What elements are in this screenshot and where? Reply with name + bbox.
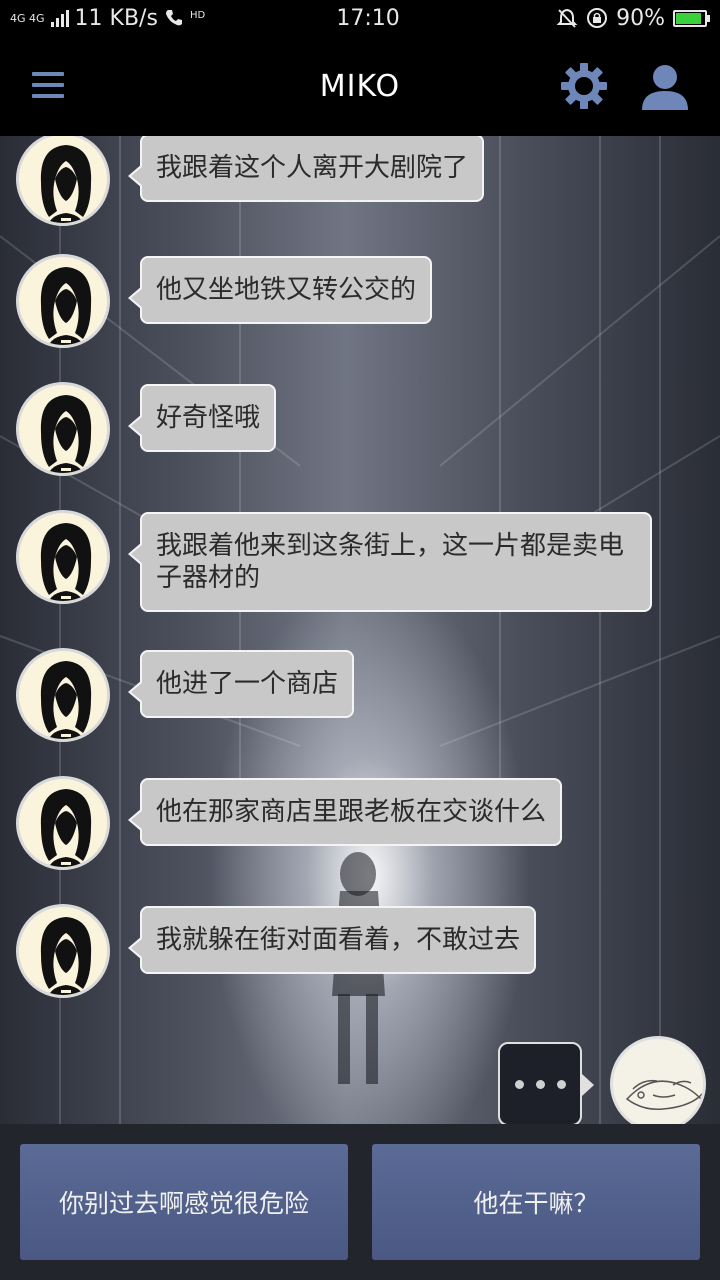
message-row: 他进了一个商店 (16, 648, 355, 742)
character-avatar[interactable] (16, 648, 110, 742)
message-bubble: 他进了一个商店 (127, 650, 355, 718)
clock: 17:10 (336, 5, 400, 31)
signal-icon (50, 9, 69, 27)
choice-bar: 你别过去啊感觉很危险 他在干嘛？ (0, 1124, 720, 1280)
page-title: MIKO (319, 68, 401, 104)
message-row: 我就躲在街对面看着，不敢过去 (16, 904, 537, 998)
status-left: 4G 4G 11 KB/s HD (10, 6, 270, 31)
choice-button-2[interactable]: 他在干嘛？ (372, 1144, 700, 1260)
message-bubble: 我跟着这个人离开大剧院了 (127, 136, 485, 202)
message-bubble: 好奇怪哦 (127, 384, 277, 452)
player-avatar (610, 1036, 706, 1124)
choice-button-1[interactable]: 你别过去啊感觉很危险 (20, 1144, 348, 1260)
message-row: 他在那家商店里跟老板在交谈什么 (16, 776, 563, 870)
character-avatar[interactable] (16, 776, 110, 870)
typing-row (498, 1036, 706, 1124)
gear-icon[interactable] (560, 62, 608, 110)
rotation-lock-icon (587, 8, 608, 28)
app-header: MIKO (0, 36, 720, 136)
battery-icon (673, 9, 710, 27)
phone-icon (165, 10, 182, 26)
hd-badge: HD (189, 9, 206, 21)
message-bubble: 我就躲在街对面看着，不敢过去 (127, 906, 537, 974)
message-bubble: 他在那家商店里跟老板在交谈什么 (127, 778, 563, 846)
character-avatar[interactable] (16, 382, 110, 476)
network-speed: 11 KB/s (74, 5, 158, 31)
character-avatar[interactable] (16, 254, 110, 348)
typing-indicator (498, 1042, 594, 1124)
network-type: 4G 4G (10, 11, 45, 25)
battery-percent: 90% (616, 5, 665, 31)
message-row: 我跟着这个人离开大剧院了 (16, 136, 485, 226)
character-avatar[interactable] (16, 136, 110, 226)
battery-level (676, 12, 702, 24)
message-row: 我跟着他来到这条街上，这一片都是卖电子器材的 (16, 510, 652, 612)
chat-area[interactable]: 我跟着这个人离开大剧院了 他又坐地铁又转公交的 好奇怪哦我跟着他来到这条街上，这一片… (0, 136, 720, 1124)
character-avatar[interactable] (16, 904, 110, 998)
mute-bell-icon (556, 8, 578, 28)
status-bar: 4G 4G 11 KB/s HD 17:10 90% (0, 0, 720, 36)
message-bubble: 他又坐地铁又转公交的 (127, 256, 433, 324)
message-row: 他又坐地铁又转公交的 (16, 254, 433, 348)
character-avatar[interactable] (16, 510, 110, 604)
message-row: 好奇怪哦 (16, 382, 277, 476)
menu-icon[interactable] (32, 72, 64, 100)
fish-sketch-icon (625, 1079, 703, 1111)
user-icon[interactable] (640, 64, 690, 110)
message-bubble: 我跟着他来到这条街上，这一片都是卖电子器材的 (128, 512, 652, 612)
status-right: 90% (556, 6, 710, 31)
